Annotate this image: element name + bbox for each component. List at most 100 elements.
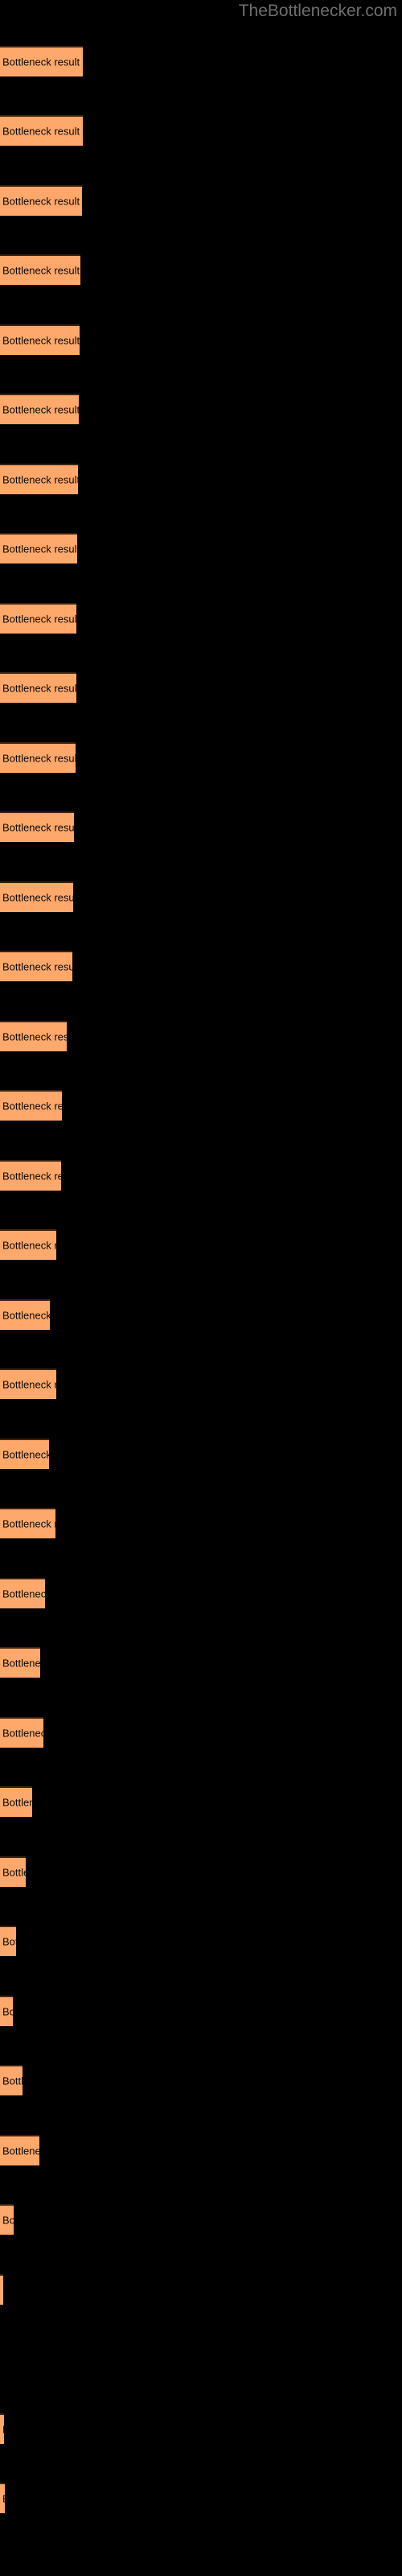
bar-bottleneck-result[interactable]: Bottleneck result — [0, 1996, 13, 2026]
bar-label: Bottleneck result — [2, 1727, 43, 1740]
bar-label: Bottleneck result — [2, 1170, 61, 1183]
bar-bottleneck-result[interactable]: Bottleneck result — [0, 672, 76, 703]
bottleneck-bar-chart: Bottleneck result Bottleneck result Bottle… — [0, 0, 402, 2576]
bar-label-clip: Bottleneck result — [0, 187, 82, 216]
bar-label-clip: Bottleneck result — [0, 952, 72, 981]
bar-label: Bottleneck result — [2, 125, 80, 138]
bar-label: Bottleneck result — [2, 1378, 56, 1391]
bar-bottleneck-result[interactable]: Bottleneck result — [0, 1578, 45, 1608]
bar-label-clip: Bottleneck result — [0, 1301, 50, 1330]
bar-label-clip: Bottleneck result — [0, 2484, 5, 2513]
bar-bottleneck-result[interactable]: Bottleneck result — [0, 1368, 56, 1399]
bar-label: Bottleneck result — [2, 1239, 56, 1252]
bar-label: Bottleneck result — [2, 403, 79, 416]
bar-bottleneck-result[interactable]: Bottleneck result — [0, 1926, 16, 1956]
bar-label: Bottleneck result — [2, 264, 80, 277]
bar-label-clip: Bottleneck result — [0, 1788, 32, 1817]
bar-bottleneck-result[interactable]: Bottleneck result — [0, 2135, 39, 2165]
bar-label: Bottleneck result — [2, 2285, 3, 2297]
bar-bottleneck-result[interactable]: Bottleneck result — [0, 254, 80, 285]
bar-label-clip: Bottleneck result — [0, 47, 83, 76]
bar-label: Bottleneck result — [2, 1587, 45, 1600]
bar-label-clip: Bottleneck result — [0, 1927, 16, 1956]
bar-label: Bottleneck result — [2, 2005, 13, 2018]
bar-bottleneck-result[interactable]: Bottleneck result — [0, 1299, 50, 1330]
bar-label-clip: Bottleneck result — [0, 2136, 39, 2165]
bar-bottleneck-result[interactable]: Bottleneck result — [0, 1021, 67, 1051]
bar-bottleneck-result[interactable]: Bottleneck result — [0, 1786, 32, 1817]
bar-label-clip: Bottleneck result — [0, 1997, 13, 2026]
bar-label-clip: Bottleneck result — [0, 395, 79, 424]
bar-label: Bottleneck result — [2, 195, 80, 208]
bar-label-clip: Bottleneck result — [0, 1509, 55, 1538]
bar-label: Bottleneck result — [2, 2493, 5, 2505]
bar-bottleneck-result[interactable]: Bottleneck result — [0, 881, 73, 912]
bar-label: Bottleneck result — [2, 1517, 55, 1530]
bar-bottleneck-result[interactable]: Bottleneck result — [0, 2413, 4, 2444]
bar-label: Bottleneck result — [2, 2424, 4, 2436]
bar-label: Bottleneck result — [2, 1448, 49, 1461]
bar-bottleneck-result[interactable]: Bottleneck result — [0, 1439, 49, 1469]
bar-bottleneck-result[interactable]: Bottleneck result — [0, 2483, 5, 2513]
bar-bottleneck-result[interactable]: Bottleneck result — [0, 115, 83, 146]
bar-label: Bottleneck result — [2, 334, 80, 347]
bar-label: Bottleneck result — [2, 1935, 16, 1948]
bar-bottleneck-result[interactable]: Bottleneck result — [0, 464, 78, 494]
bar-label: Bottleneck result — [2, 2214, 14, 2227]
bar-label: Bottleneck result — [2, 2145, 39, 2157]
bar-label-clip: Bottleneck result — [0, 744, 76, 773]
bar-label: Bottleneck result — [2, 2074, 23, 2087]
bar-label: Bottleneck result — [2, 821, 74, 834]
bar-label-clip: Bottleneck result — [0, 535, 77, 564]
bar-bottleneck-result[interactable]: Bottleneck result — [0, 811, 74, 842]
bar-bottleneck-result[interactable]: Bottleneck result — [0, 1160, 61, 1191]
bar-label-clip: Bottleneck result — [0, 256, 80, 285]
bar-label-clip: Bottleneck result — [0, 1022, 67, 1051]
bar-label-clip: Bottleneck result — [0, 1719, 43, 1748]
bar-label: Bottleneck result — [2, 1796, 32, 1809]
bar-label: Bottleneck result — [2, 1309, 50, 1322]
bar-label-clip: Bottleneck result — [0, 2206, 14, 2235]
bar-bottleneck-result[interactable]: Bottleneck result — [0, 1508, 55, 1538]
bar-label: Bottleneck result — [2, 1030, 67, 1043]
bar-label-clip: Bottleneck result — [0, 2066, 23, 2095]
bar-bottleneck-result[interactable]: Bottleneck result — [0, 1229, 56, 1260]
bar-label: Bottleneck result — [2, 891, 73, 904]
bar-bottleneck-result[interactable]: Bottleneck result — [0, 394, 79, 424]
bar-label-clip: Bottleneck result — [0, 813, 74, 842]
bar-label-clip: Bottleneck result — [0, 1231, 56, 1260]
bar-label-clip: Bottleneck result — [0, 1092, 62, 1121]
bar-label-clip: Bottleneck result — [0, 2415, 4, 2444]
bar-label-clip: Bottleneck result — [0, 465, 78, 494]
bar-label: Bottleneck result — [2, 543, 77, 555]
bar-label: Bottleneck result — [2, 613, 76, 625]
bar-bottleneck-result[interactable]: Bottleneck result — [0, 1647, 40, 1678]
bar-label: Bottleneck result — [2, 960, 72, 973]
bar-bottleneck-result[interactable]: Bottleneck result — [0, 2204, 14, 2235]
bar-label-clip: Bottleneck result — [0, 883, 73, 912]
bar-bottleneck-result[interactable]: Bottleneck result — [0, 46, 83, 76]
bar-label-clip: Bottleneck result — [0, 1440, 49, 1469]
bar-bottleneck-result[interactable]: Bottleneck result — [0, 1090, 62, 1121]
bar-label-clip: Bottleneck result — [0, 1370, 56, 1399]
bar-label-clip: Bottleneck result — [0, 1579, 45, 1608]
bar-bottleneck-result[interactable]: Bottleneck result — [0, 533, 77, 564]
bar-bottleneck-result[interactable]: Bottleneck result — [0, 603, 76, 634]
bar-bottleneck-result[interactable]: Bottleneck result — [0, 324, 80, 355]
bar-bottleneck-result[interactable]: Bottleneck result — [0, 1856, 26, 1887]
bar-label-clip: Bottleneck result — [0, 674, 76, 703]
bar-label: Bottleneck result — [2, 1100, 62, 1113]
bar-bottleneck-result[interactable]: Bottleneck result — [0, 1717, 43, 1748]
bar-bottleneck-result[interactable]: Bottleneck result — [0, 742, 76, 773]
bar-label-clip: Bottleneck result — [0, 1858, 26, 1887]
bar-label: Bottleneck result — [2, 56, 80, 68]
bar-label-clip: Bottleneck result — [0, 605, 76, 634]
bar-bottleneck-result[interactable]: Bottleneck result — [0, 2065, 23, 2095]
bar-bottleneck-result[interactable]: Bottleneck result — [0, 951, 72, 981]
bar-label: Bottleneck result — [2, 473, 78, 486]
bar-bottleneck-result[interactable]: Bottleneck result — [0, 185, 82, 216]
bar-label: Bottleneck result — [2, 1866, 26, 1879]
bar-label: Bottleneck result — [2, 752, 76, 765]
bar-bottleneck-result[interactable]: Bottleneck result — [0, 2274, 3, 2305]
bar-label-clip: Bottleneck result — [0, 1162, 61, 1191]
